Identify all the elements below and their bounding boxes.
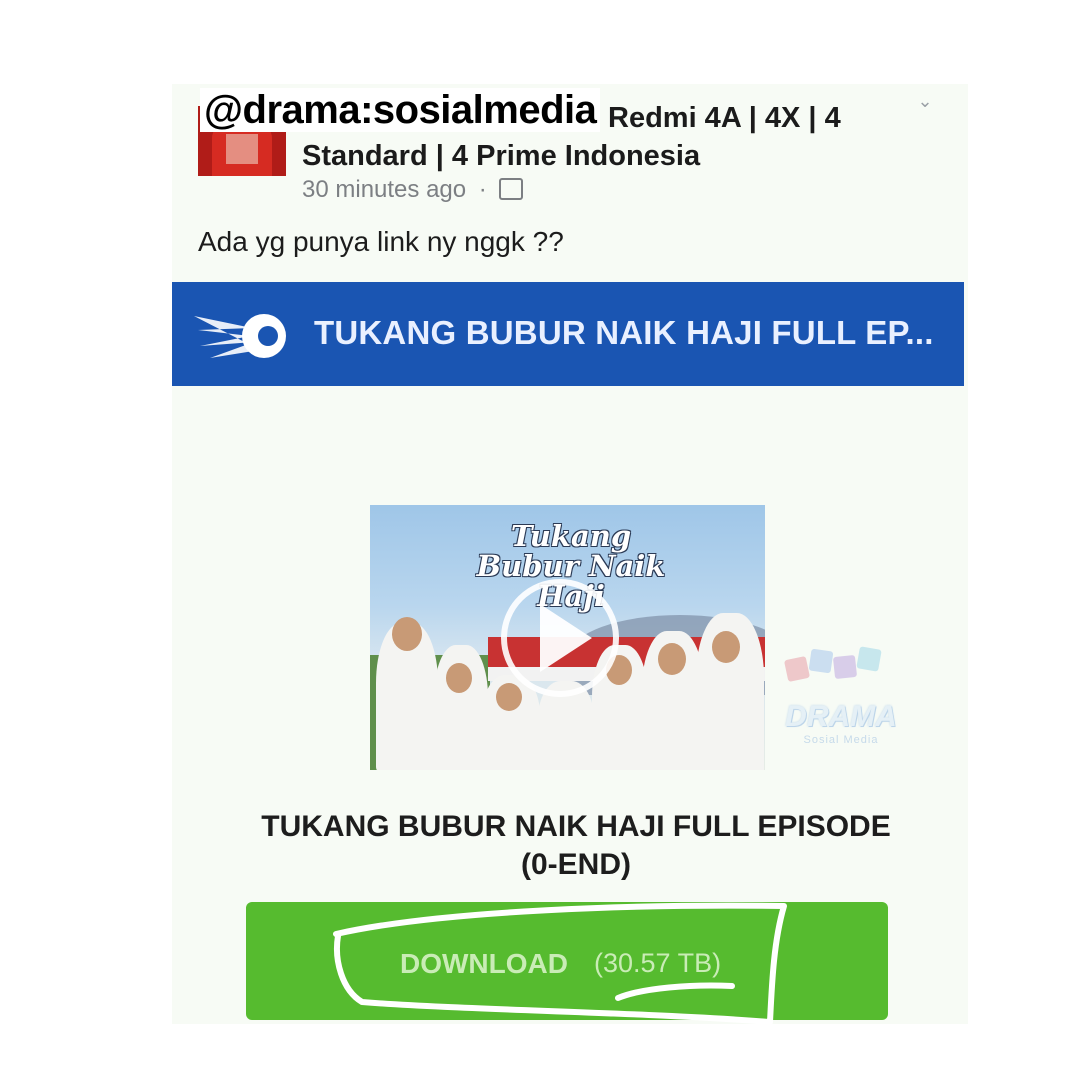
meta-separator: · (478, 176, 487, 203)
link-title-line2: (0-END) (521, 848, 631, 881)
post-text: Ada yg punya link ny nggk ?? (198, 226, 564, 257)
comet-logo-icon (194, 314, 286, 358)
drama-logo-sub: Sosial Media (803, 734, 879, 746)
thumbnail-face (658, 643, 686, 675)
link-banner[interactable]: TUKANG BUBUR NAIK HAJI FULL EP... (172, 282, 964, 386)
drama-logo-watermark: DRAMA Sosial Media (772, 628, 910, 774)
group-name-line2[interactable]: Standard | 4 Prime Indonesia (302, 134, 700, 178)
post-time[interactable]: 30 minutes ago (302, 176, 466, 203)
link-title[interactable]: TUKANG BUBUR NAIK HAJI FULL EPISODE (0-E… (192, 808, 960, 884)
chevron-down-icon[interactable]: ⌄ (914, 92, 936, 110)
watermark-handle: @drama:sosialmedia (200, 88, 601, 132)
thumbnail-face (392, 617, 422, 651)
drama-logo-word: DRAMA (785, 700, 897, 733)
group-icon (499, 177, 524, 200)
thumbnail-face (712, 631, 740, 663)
hand-drawn-circle (333, 902, 787, 1025)
post-meta: 30 minutes ago · (302, 176, 524, 204)
banner-title[interactable]: TUKANG BUBUR NAIK HAJI FULL EP... (314, 314, 934, 352)
play-icon[interactable] (490, 578, 630, 698)
social-tiles-icon (784, 646, 882, 682)
link-title-line1: TUKANG BUBUR NAIK HAJI FULL EPISODE (261, 810, 891, 843)
avatar-print (226, 134, 258, 164)
thumbnail-face (446, 663, 472, 693)
